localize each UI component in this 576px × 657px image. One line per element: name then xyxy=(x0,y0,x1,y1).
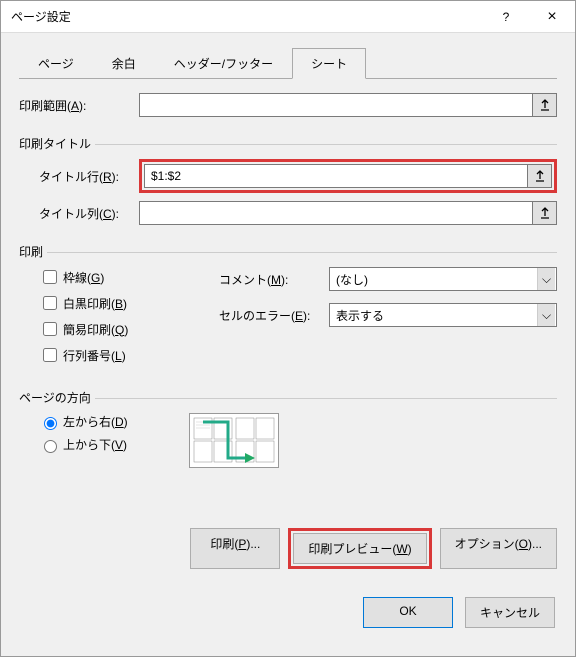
title-rows-label: タイトル行(R): xyxy=(39,168,139,185)
gridlines-checkbox[interactable] xyxy=(43,270,57,284)
print-button[interactable]: 印刷(P)... xyxy=(190,528,280,569)
print-area-ref-button[interactable] xyxy=(533,93,557,117)
titlebar: ページ設定 ? × xyxy=(1,1,575,33)
print-titles-group: 印刷タイトル xyxy=(19,127,557,145)
tab-margins[interactable]: 余白 xyxy=(93,48,155,79)
title-cols-label: タイトル列(C): xyxy=(39,205,139,222)
rowcol-label: 行列番号(L) xyxy=(63,347,126,364)
dialog-title: ページ設定 xyxy=(11,8,483,25)
tabs: ページ 余白 ヘッダー/フッター シート xyxy=(19,47,557,79)
title-rows-input[interactable] xyxy=(144,164,528,188)
title-cols-ref-button[interactable] xyxy=(533,201,557,225)
print-group: 印刷 xyxy=(19,235,557,253)
order-lr-radio[interactable] xyxy=(44,417,57,430)
chevron-down-icon: ⌵ xyxy=(537,268,555,290)
bw-checkbox[interactable] xyxy=(43,296,57,310)
errors-select[interactable]: 表示する⌵ xyxy=(329,303,557,327)
close-button[interactable]: × xyxy=(529,1,575,33)
order-tb-label: 上から下(V) xyxy=(63,436,127,453)
order-tb-radio[interactable] xyxy=(44,440,57,453)
help-button[interactable]: ? xyxy=(483,1,529,33)
draft-label: 簡易印刷(Q) xyxy=(63,321,128,338)
page-setup-dialog: ページ設定 ? × ページ 余白 ヘッダー/フッター シート 印刷範囲(A): … xyxy=(0,0,576,657)
preview-highlight: 印刷プレビュー(W) xyxy=(288,528,431,569)
tab-page[interactable]: ページ xyxy=(19,48,93,79)
order-lr-label: 左から右(D) xyxy=(63,413,128,430)
options-button[interactable]: オプション(O)... xyxy=(440,528,557,569)
comments-select[interactable]: (なし)⌵ xyxy=(329,267,557,291)
cancel-button[interactable]: キャンセル xyxy=(465,597,555,628)
print-preview-button[interactable]: 印刷プレビュー(W) xyxy=(293,533,426,564)
tab-sheet[interactable]: シート xyxy=(292,48,366,79)
print-area-input[interactable] xyxy=(139,93,533,117)
bw-label: 白黒印刷(B) xyxy=(63,295,127,312)
page-order-group: ページの方向 xyxy=(19,381,557,399)
print-area-label: 印刷範囲(A): xyxy=(19,97,139,114)
chevron-down-icon: ⌵ xyxy=(537,304,555,326)
title-rows-ref-button[interactable] xyxy=(528,164,552,188)
errors-label: セルのエラー(E): xyxy=(219,307,329,324)
draft-checkbox[interactable] xyxy=(43,322,57,336)
rowcol-checkbox[interactable] xyxy=(43,348,57,362)
title-cols-input[interactable] xyxy=(139,201,533,225)
title-rows-highlight xyxy=(139,159,557,193)
page-order-icon xyxy=(189,413,279,468)
gridlines-label: 枠線(G) xyxy=(63,269,104,286)
ok-button[interactable]: OK xyxy=(363,597,453,628)
comments-label: コメント(M): xyxy=(219,271,329,288)
tab-headerfooter[interactable]: ヘッダー/フッター xyxy=(155,48,292,79)
